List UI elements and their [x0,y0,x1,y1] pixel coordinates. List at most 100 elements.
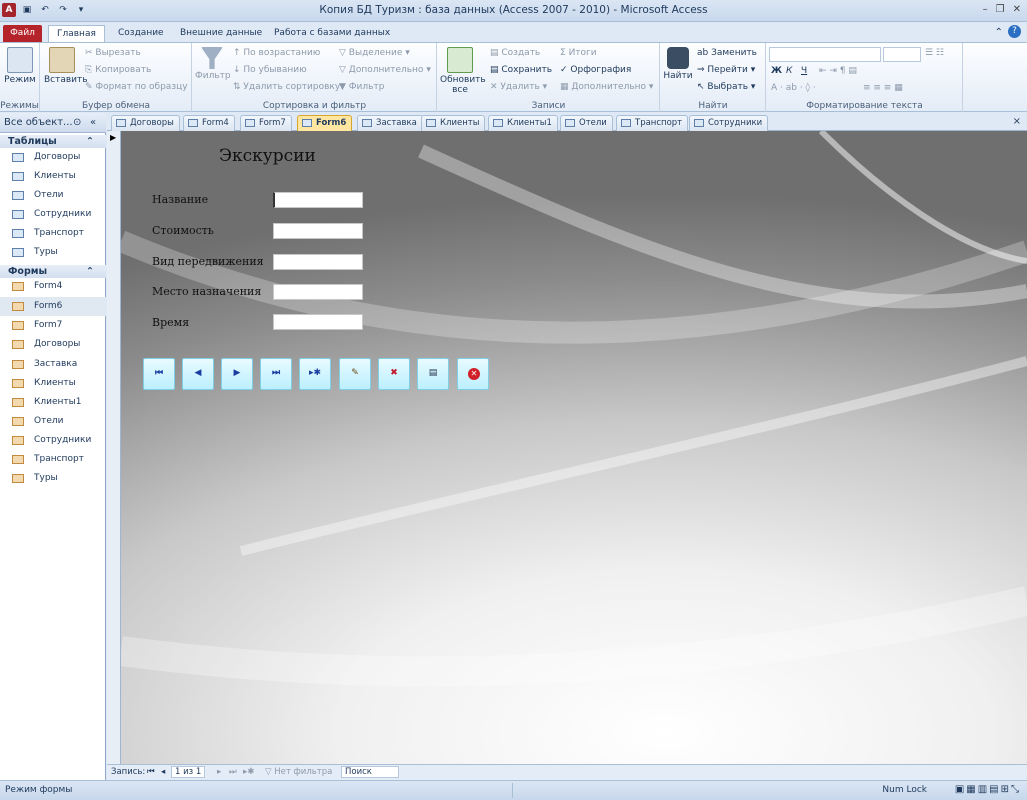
sort-descending-button[interactable]: ↓ По убыванию [233,65,307,75]
nav-item-form-form4[interactable]: Form4 [0,277,106,296]
doc-tab-klienty[interactable]: Клиенты [421,115,486,131]
nav-item-form-sotrudniki[interactable]: Сотрудники [0,431,106,450]
time-input[interactable] [273,314,363,330]
nav-item-table-sotrudniki[interactable]: Сотрудники [0,205,106,224]
nav-item-form-form6[interactable]: Form6 [0,297,106,316]
previous-record-button[interactable]: ◀ [182,358,214,390]
shutter-close-icon[interactable]: « [90,113,96,133]
doc-tab-form4[interactable]: Form4 [183,115,235,131]
nav-item-table-transport[interactable]: Транспорт [0,224,106,243]
close-document-icon[interactable]: × [1013,116,1021,127]
rn-first-icon[interactable]: ⏮ [147,767,155,777]
tab-external-data[interactable]: Внешние данные [172,25,270,42]
rn-next-icon[interactable]: ▸ [217,767,221,777]
delete-record-button-form[interactable]: ✖ [378,358,410,390]
totals-button[interactable]: Σ Итоги [560,48,597,58]
tab-create[interactable]: Создание [110,25,172,42]
tab-home[interactable]: Главная [48,25,105,42]
minimize-ribbon-icon[interactable]: ⌃ [995,27,1003,38]
font-color-icon[interactable]: A · ab · ◊ · [771,83,816,93]
doc-tab-sotrudniki[interactable]: Сотрудники [689,115,769,131]
record-position-field[interactable]: 1 из 1 [171,766,206,778]
doc-tab-klienty1[interactable]: Клиенты1 [488,115,558,131]
new-record-button[interactable]: ▤ Создать [490,48,540,58]
nav-item-form-klienty[interactable]: Клиенты [0,374,106,393]
doc-tab-oteli[interactable]: Отели [560,115,613,131]
paste-button[interactable]: Вставить [44,47,88,85]
cut-button[interactable]: ✂ Вырезать [85,48,141,58]
nav-item-form-zastavka[interactable]: Заставка [0,355,106,374]
view-switcher-icons[interactable]: ▣▦▥▤⊞⤡ [955,784,1021,795]
cost-input[interactable] [273,223,363,239]
nav-item-form-oteli[interactable]: Отели [0,412,106,431]
nav-item-table-tury[interactable]: Туры [0,243,106,262]
more-records-button[interactable]: ▦ Дополнительно ▾ [560,82,653,92]
spelling-button[interactable]: ✓ Орфография [560,65,631,75]
nav-item-form-klienty1[interactable]: Клиенты1 [0,393,106,412]
destination-input[interactable] [273,284,363,300]
minimize-icon[interactable]: – [983,4,988,15]
select-button[interactable]: ↖ Выбрать ▾ [697,82,755,92]
bullets-icon[interactable]: ☰ ☷ [925,48,944,58]
underline-icon[interactable]: Ч [801,66,807,76]
search-box[interactable]: Поиск [341,766,399,778]
doc-tab-dogovory[interactable]: Договоры [111,115,180,131]
doc-tab-transport[interactable]: Транспорт [616,115,689,131]
record-selector[interactable]: ▶ [107,131,121,764]
format-painter-button[interactable]: ✎ Формат по образцу [85,82,188,92]
remove-sort-button[interactable]: ⇅ Удалить сортировку [233,82,340,92]
last-record-button[interactable]: ⏭ [260,358,292,390]
help-icon[interactable]: ? [1008,25,1021,38]
font-size-select[interactable] [883,47,921,62]
next-record-button[interactable]: ▶ [221,358,253,390]
transport-type-input[interactable] [273,254,363,270]
filter-button[interactable]: Фильтр [195,47,231,81]
nav-item-form-dogovory[interactable]: Договоры [0,335,106,354]
sort-ascending-button[interactable]: ↑ По возрастанию [233,48,320,58]
indent-icon[interactable]: ⇤ ⇥ ¶ ▤ [819,66,857,76]
goto-button[interactable]: ⇒ Перейти ▾ [697,65,755,75]
delete-record-button[interactable]: ✕ Удалить ▾ [490,82,547,92]
replace-button[interactable]: ab Заменить [697,48,757,58]
nav-item-form-transport[interactable]: Транспорт [0,450,106,469]
edit-record-button[interactable]: ✎ [339,358,371,390]
nav-pane-header[interactable]: Все объект... ⊙ « [0,113,106,133]
copy-button[interactable]: ⎘ Копировать [85,65,151,75]
name-input[interactable] [273,192,363,208]
nav-item-table-oteli[interactable]: Отели [0,186,106,205]
rn-prev-icon[interactable]: ◂ [161,767,165,777]
new-record-button[interactable]: ▸✱ [299,358,331,390]
nav-item-form-form7[interactable]: Form7 [0,316,106,335]
save-record-button[interactable]: ▤ Сохранить [490,65,552,75]
tab-file[interactable]: Файл [3,25,42,42]
refresh-all-button[interactable]: Обновить все [440,47,486,95]
nav-item-table-dogovory[interactable]: Договоры [0,148,106,167]
nav-item-table-klienty[interactable]: Клиенты [0,167,106,186]
nav-dropdown-icon[interactable]: ⊙ [73,113,81,133]
close-form-button[interactable]: ✕ [457,358,489,390]
bold-icon[interactable]: Ж [771,66,782,76]
rn-new-icon[interactable]: ▸✱ [243,767,254,777]
toggle-filter-button[interactable]: ▼ Фильтр [339,82,384,92]
restore-icon[interactable]: ❐ [996,4,1005,15]
first-record-button[interactable]: ⏮ [143,358,175,390]
form-icon [12,360,24,369]
advanced-filter-button[interactable]: ▽ Дополнительно ▾ [339,65,431,75]
italic-icon[interactable]: К [786,66,792,76]
close-window-icon[interactable]: ✕ [1013,4,1021,15]
nav-item-form-tury[interactable]: Туры [0,469,106,488]
nav-section-tables[interactable]: Таблицы ⌃ [0,135,106,148]
selection-button[interactable]: ▽ Выделение ▾ [339,48,410,58]
view-mode-button[interactable]: Режим [3,47,37,85]
align-icon[interactable]: ≡ ≡ ≡ ▦ [863,83,903,93]
doc-tab-form7[interactable]: Form7 [240,115,292,131]
tab-database-tools[interactable]: Работа с базами данных [266,25,398,42]
doc-tab-zastavka[interactable]: Заставка [357,115,423,131]
no-filter-indicator[interactable]: ▽ Нет фильтра [265,767,332,777]
find-button[interactable]: Найти [663,47,693,81]
group-text-label: Форматирование текста [806,101,923,111]
font-name-select[interactable] [769,47,881,62]
doc-tab-form6[interactable]: Form6 [297,115,353,131]
rn-last-icon[interactable]: ⏭ [229,767,237,777]
form-view-button[interactable]: ▤ [417,358,449,390]
